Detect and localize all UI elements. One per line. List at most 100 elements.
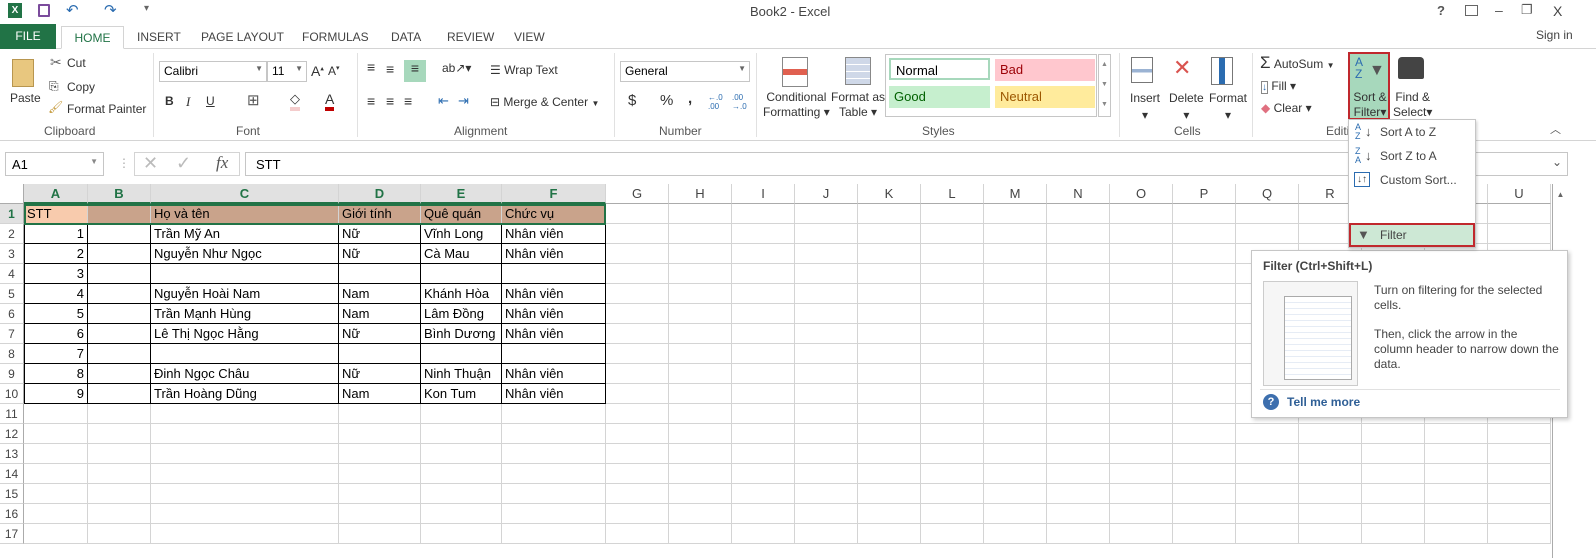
cell-M3[interactable] <box>984 244 1047 264</box>
cell-H9[interactable] <box>669 364 732 384</box>
cell-F1[interactable]: Chức vụ <box>502 204 606 224</box>
cell-P9[interactable] <box>1173 364 1236 384</box>
cell-E3[interactable]: Cà Mau <box>421 244 502 264</box>
cell-M10[interactable] <box>984 384 1047 404</box>
cell-I9[interactable] <box>732 364 795 384</box>
cell-C13[interactable] <box>151 444 339 464</box>
font-size-select[interactable]: 11 ▼ <box>267 61 307 82</box>
column-header-Q[interactable]: Q <box>1236 184 1299 204</box>
number-format-select[interactable]: General ▼ <box>620 61 750 82</box>
menu-item-sort-z-a[interactable]: Z A ↓ Sort Z to A <box>1349 144 1475 168</box>
cell-M5[interactable] <box>984 284 1047 304</box>
cell-N14[interactable] <box>1047 464 1110 484</box>
cell-J5[interactable] <box>795 284 858 304</box>
menu-item-custom-sort[interactable]: ↓↑ Custom Sort... <box>1349 168 1475 192</box>
cell-C8[interactable] <box>151 344 339 364</box>
cell-Q12[interactable] <box>1236 424 1299 444</box>
cell-P1[interactable] <box>1173 204 1236 224</box>
cell-M14[interactable] <box>984 464 1047 484</box>
cell-G3[interactable] <box>606 244 669 264</box>
cell-K10[interactable] <box>858 384 921 404</box>
cell-H16[interactable] <box>669 504 732 524</box>
cell-C17[interactable] <box>151 524 339 544</box>
cell-A6[interactable]: 5 <box>24 304 88 324</box>
cell-O4[interactable] <box>1110 264 1173 284</box>
cell-Q13[interactable] <box>1236 444 1299 464</box>
style-good[interactable]: Good <box>889 86 990 108</box>
cell-N7[interactable] <box>1047 324 1110 344</box>
cell-F17[interactable] <box>502 524 606 544</box>
insert-cells-button[interactable]: Insert ▾ <box>1130 90 1160 124</box>
cell-U16[interactable] <box>1488 504 1551 524</box>
cell-G9[interactable] <box>606 364 669 384</box>
cell-D10[interactable]: Nam <box>339 384 421 404</box>
cell-E5[interactable]: Khánh Hòa <box>421 284 502 304</box>
align-right-icon[interactable]: ≡ <box>404 93 412 109</box>
row-header-8[interactable]: 8 <box>0 344 24 364</box>
column-header-L[interactable]: L <box>921 184 984 204</box>
cell-P16[interactable] <box>1173 504 1236 524</box>
cell-P10[interactable] <box>1173 384 1236 404</box>
column-header-O[interactable]: O <box>1110 184 1173 204</box>
cell-O7[interactable] <box>1110 324 1173 344</box>
cell-K11[interactable] <box>858 404 921 424</box>
cell-D2[interactable]: Nữ <box>339 224 421 244</box>
minimize-button[interactable]: – <box>1495 2 1503 18</box>
cell-H10[interactable] <box>669 384 732 404</box>
cell-B17[interactable] <box>88 524 151 544</box>
cell-K8[interactable] <box>858 344 921 364</box>
cell-J17[interactable] <box>795 524 858 544</box>
redo-icon[interactable]: ↷ <box>104 1 117 19</box>
cell-B8[interactable] <box>88 344 151 364</box>
cell-J15[interactable] <box>795 484 858 504</box>
tell-me-more-link[interactable]: Tell me more <box>1287 395 1360 409</box>
cell-P7[interactable] <box>1173 324 1236 344</box>
cell-N6[interactable] <box>1047 304 1110 324</box>
cell-U2[interactable] <box>1488 224 1551 244</box>
cell-R16[interactable] <box>1299 504 1362 524</box>
customize-quick-access-icon[interactable]: ▾ <box>144 3 149 14</box>
font-name-select[interactable]: Calibri ▼ <box>159 61 267 82</box>
cell-G15[interactable] <box>606 484 669 504</box>
cell-R12[interactable] <box>1299 424 1362 444</box>
cell-J7[interactable] <box>795 324 858 344</box>
cell-L16[interactable] <box>921 504 984 524</box>
cell-E9[interactable]: Ninh Thuận <box>421 364 502 384</box>
cell-P14[interactable] <box>1173 464 1236 484</box>
cell-F7[interactable]: Nhân viên <box>502 324 606 344</box>
cell-D3[interactable]: Nữ <box>339 244 421 264</box>
column-header-A[interactable]: A <box>24 184 88 204</box>
cell-O3[interactable] <box>1110 244 1173 264</box>
increase-indent-icon[interactable]: ⇥ <box>458 93 469 109</box>
cell-D9[interactable]: Nữ <box>339 364 421 384</box>
column-header-I[interactable]: I <box>732 184 795 204</box>
collapse-ribbon-icon[interactable]: ︿ <box>1550 121 1561 137</box>
cell-I13[interactable] <box>732 444 795 464</box>
cell-B16[interactable] <box>88 504 151 524</box>
format-painter-button[interactable]: Format Painter <box>67 102 146 116</box>
cell-N4[interactable] <box>1047 264 1110 284</box>
cell-F2[interactable]: Nhân viên <box>502 224 606 244</box>
cell-B5[interactable] <box>88 284 151 304</box>
cell-A11[interactable] <box>24 404 88 424</box>
cell-G16[interactable] <box>606 504 669 524</box>
cell-A3[interactable]: 2 <box>24 244 88 264</box>
find-select-button[interactable]: Find & Select▾ <box>1393 90 1432 120</box>
cell-E11[interactable] <box>421 404 502 424</box>
row-header-14[interactable]: 14 <box>0 464 24 484</box>
cell-N2[interactable] <box>1047 224 1110 244</box>
cell-K15[interactable] <box>858 484 921 504</box>
cell-N1[interactable] <box>1047 204 1110 224</box>
cell-K14[interactable] <box>858 464 921 484</box>
cell-C16[interactable] <box>151 504 339 524</box>
cell-J14[interactable] <box>795 464 858 484</box>
cell-G17[interactable] <box>606 524 669 544</box>
cell-T14[interactable] <box>1425 464 1488 484</box>
menu-item-filter[interactable]: ▼ Filter <box>1349 223 1475 247</box>
cell-H14[interactable] <box>669 464 732 484</box>
cell-P3[interactable] <box>1173 244 1236 264</box>
cell-N13[interactable] <box>1047 444 1110 464</box>
cell-E14[interactable] <box>421 464 502 484</box>
cell-G13[interactable] <box>606 444 669 464</box>
cell-C7[interactable]: Lê Thị Ngọc Hằng <box>151 324 339 344</box>
